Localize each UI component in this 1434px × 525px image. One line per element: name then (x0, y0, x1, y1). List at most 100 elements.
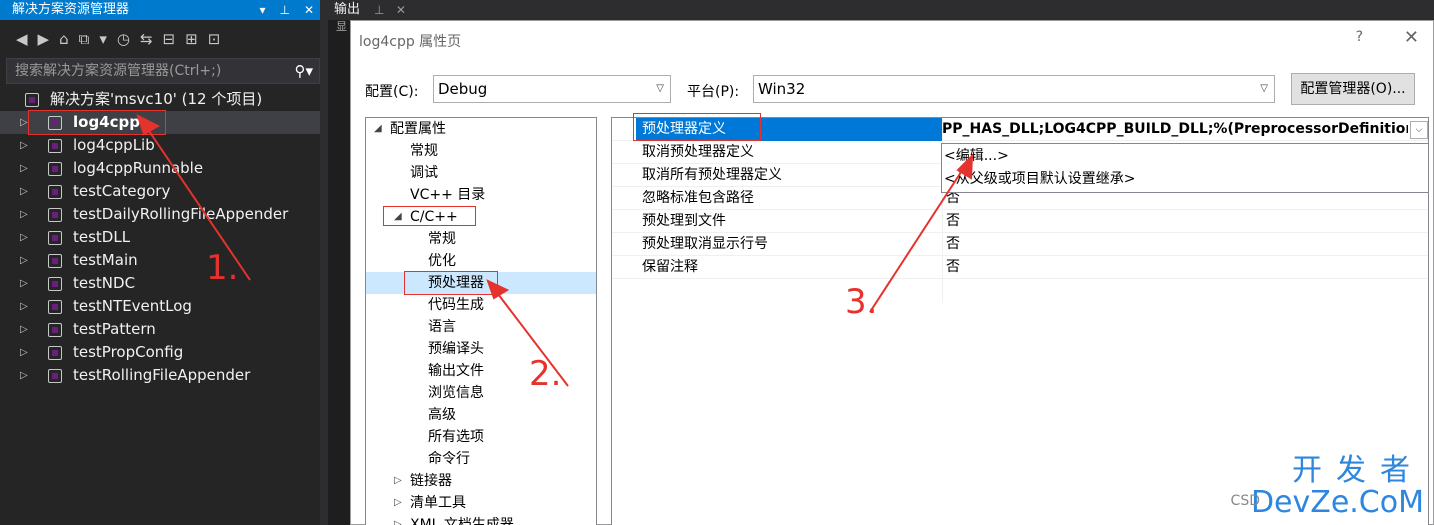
home-icon[interactable]: ⌂ (59, 30, 69, 48)
tree-item[interactable]: 所有选项 (366, 426, 596, 448)
preview-icon[interactable]: ⊡ (208, 30, 221, 48)
tree-item-label: 链接器 (410, 473, 452, 489)
property-name: 预处理到文件 (642, 213, 726, 229)
property-value[interactable]: PP_HAS_DLL;LOG4CPP_BUILD_DLL;%(Preproces… (942, 118, 1408, 141)
pin-icon[interactable]: ⊥ (374, 3, 384, 17)
tree-item[interactable]: 高级 (366, 404, 596, 426)
property-row[interactable]: 保留注释 否 (612, 256, 1428, 279)
dropdown-option-edit[interactable]: <编辑...> (944, 145, 1009, 168)
cpp-project-icon (48, 208, 62, 222)
tree-expander-icon[interactable]: ▷ (394, 470, 402, 492)
cpp-project-icon (48, 369, 62, 383)
project-label: testDailyRollingFileAppender (73, 205, 289, 223)
solution-explorer-search-input[interactable]: 搜索解决方案资源管理器(Ctrl+;) ⚲▾ (6, 58, 320, 84)
tree-item[interactable]: ▷ XML 文档生成器 (366, 514, 596, 525)
configuration-manager-button[interactable]: 配置管理器(O)... (1291, 73, 1415, 105)
window-position-icon[interactable]: ▾ (259, 0, 265, 20)
property-row[interactable]: 预处理到文件 否 (612, 210, 1428, 233)
property-value[interactable]: 否 (946, 233, 960, 256)
tree-item-label: 所有选项 (428, 429, 484, 445)
expand-icon[interactable]: ▷ (20, 226, 28, 249)
project-node[interactable]: ▷ testNTEventLog (0, 295, 320, 318)
expand-icon[interactable]: ▷ (20, 203, 28, 226)
annotation-box-cpp (383, 206, 476, 226)
property-name: 预处理取消显示行号 (642, 236, 768, 252)
output-tab-pin-close[interactable]: ⊥ ✕ (374, 0, 406, 20)
tree-item[interactable]: 优化 (366, 250, 596, 272)
close-icon[interactable]: ✕ (396, 3, 406, 17)
output-tab[interactable]: 输出 (334, 0, 360, 20)
pin-icon[interactable]: ⊥ (279, 0, 289, 20)
property-name: 保留注释 (642, 259, 698, 275)
tree-item[interactable]: 调试 (366, 162, 596, 184)
project-node[interactable]: ▷ testPropConfig (0, 341, 320, 364)
expand-icon[interactable]: ▷ (20, 364, 28, 387)
tree-item[interactable]: 语言 (366, 316, 596, 338)
property-row[interactable]: 预处理取消显示行号 否 (612, 233, 1428, 256)
configuration-value: Debug (438, 80, 488, 98)
expand-icon[interactable]: ▷ (20, 180, 28, 203)
tree-expander-icon[interactable]: ◢ (374, 118, 382, 140)
tree-item-label: 语言 (428, 319, 456, 335)
search-icon[interactable]: ⚲▾ (294, 59, 313, 83)
sync-icon[interactable]: ⇆ (140, 30, 153, 48)
project-node[interactable]: ▷ testDailyRollingFileAppender (0, 203, 320, 226)
pending-changes-icon[interactable]: ◷ (117, 30, 130, 48)
tree-item[interactable]: 命令行 (366, 448, 596, 470)
tree-item[interactable]: 代码生成 (366, 294, 596, 316)
property-name: 取消所有预处理器定义 (642, 167, 782, 183)
panel-splitter[interactable] (320, 0, 328, 525)
help-button[interactable]: ? (1356, 29, 1363, 45)
tree-item[interactable]: ◢ 配置属性 (366, 118, 596, 140)
close-icon[interactable]: ✕ (304, 0, 314, 20)
property-value[interactable]: 否 (946, 210, 960, 233)
tree-item[interactable]: VC++ 目录 (366, 184, 596, 206)
tree-item[interactable]: 常规 (366, 140, 596, 162)
expand-icon[interactable]: ▷ (20, 341, 28, 364)
dialog-close-button[interactable]: ✕ (1404, 27, 1419, 48)
expand-icon[interactable]: ▷ (20, 249, 28, 272)
expand-icon[interactable]: ▷ (20, 157, 28, 180)
forward-icon[interactable]: ▶ (38, 30, 50, 48)
platform-select[interactable]: Win32 ▽ (753, 75, 1275, 103)
expand-icon[interactable]: ▷ (20, 318, 28, 341)
tree-expander-icon[interactable]: ▷ (394, 492, 402, 514)
back-icon[interactable]: ◀ (16, 30, 28, 48)
tree-item-label: 清单工具 (410, 495, 466, 511)
project-node[interactable]: ▷ testCategory (0, 180, 320, 203)
dropdown-option-inherit[interactable]: <从父级或项目默认设置继承> (944, 168, 1135, 191)
tree-item[interactable]: 常规 (366, 228, 596, 250)
cpp-project-icon (48, 185, 62, 199)
expand-icon[interactable]: ▷ (20, 134, 28, 157)
project-node[interactable]: ▷ testNDC (0, 272, 320, 295)
switch-views-icon[interactable]: ⧉ (79, 30, 90, 48)
search-placeholder: 搜索解决方案资源管理器(Ctrl+;) (15, 63, 222, 79)
project-node[interactable]: ▷ testRollingFileAppender (0, 364, 320, 387)
watermark: 开发者 DevZe.CoM CSD (1231, 455, 1424, 519)
project-node[interactable]: ▷ testPattern (0, 318, 320, 341)
expand-icon[interactable]: ▷ (20, 272, 28, 295)
expand-icon[interactable]: ▷ (20, 295, 28, 318)
solution-explorer-title-bar[interactable]: 解决方案资源管理器 ▾ ⊥ ✕ (0, 0, 320, 20)
project-node[interactable]: ▷ testDLL (0, 226, 320, 249)
tree-item[interactable]: 浏览信息 (366, 382, 596, 404)
tree-item[interactable]: ▷ 链接器 (366, 470, 596, 492)
tree-item-label: VC++ 目录 (410, 187, 486, 203)
tree-item[interactable]: 输出文件 (366, 360, 596, 382)
property-value[interactable]: 否 (946, 256, 960, 279)
dropdown-icon[interactable]: ▾ (99, 30, 107, 48)
tree-item[interactable]: ▷ 清单工具 (366, 492, 596, 514)
project-node[interactable]: ▷ log4cppRunnable (0, 157, 320, 180)
solution-node[interactable]: 解决方案'msvc10' (12 个项目) (0, 88, 320, 111)
tree-expander-icon[interactable]: ▷ (394, 514, 402, 525)
project-node[interactable]: ▷ log4cppLib (0, 134, 320, 157)
tree-item-label: 代码生成 (428, 297, 484, 313)
collapse-all-icon[interactable]: ⊟ (163, 30, 176, 48)
project-node[interactable]: ▷ testMain (0, 249, 320, 272)
solution-explorer-panel: 解决方案资源管理器 ▾ ⊥ ✕ ◀ ▶ ⌂ ⧉ ▾ ◷ ⇆ ⊟ ⊞ ⊡ 搜索解决… (0, 0, 320, 525)
expand-icon[interactable]: ▷ (20, 111, 28, 134)
tree-item[interactable]: 预编译头 (366, 338, 596, 360)
properties-icon[interactable]: ⊞ (185, 30, 198, 48)
configuration-select[interactable]: Debug ▽ (433, 75, 671, 103)
chevron-down-icon[interactable]: ⌵ (1410, 121, 1428, 139)
